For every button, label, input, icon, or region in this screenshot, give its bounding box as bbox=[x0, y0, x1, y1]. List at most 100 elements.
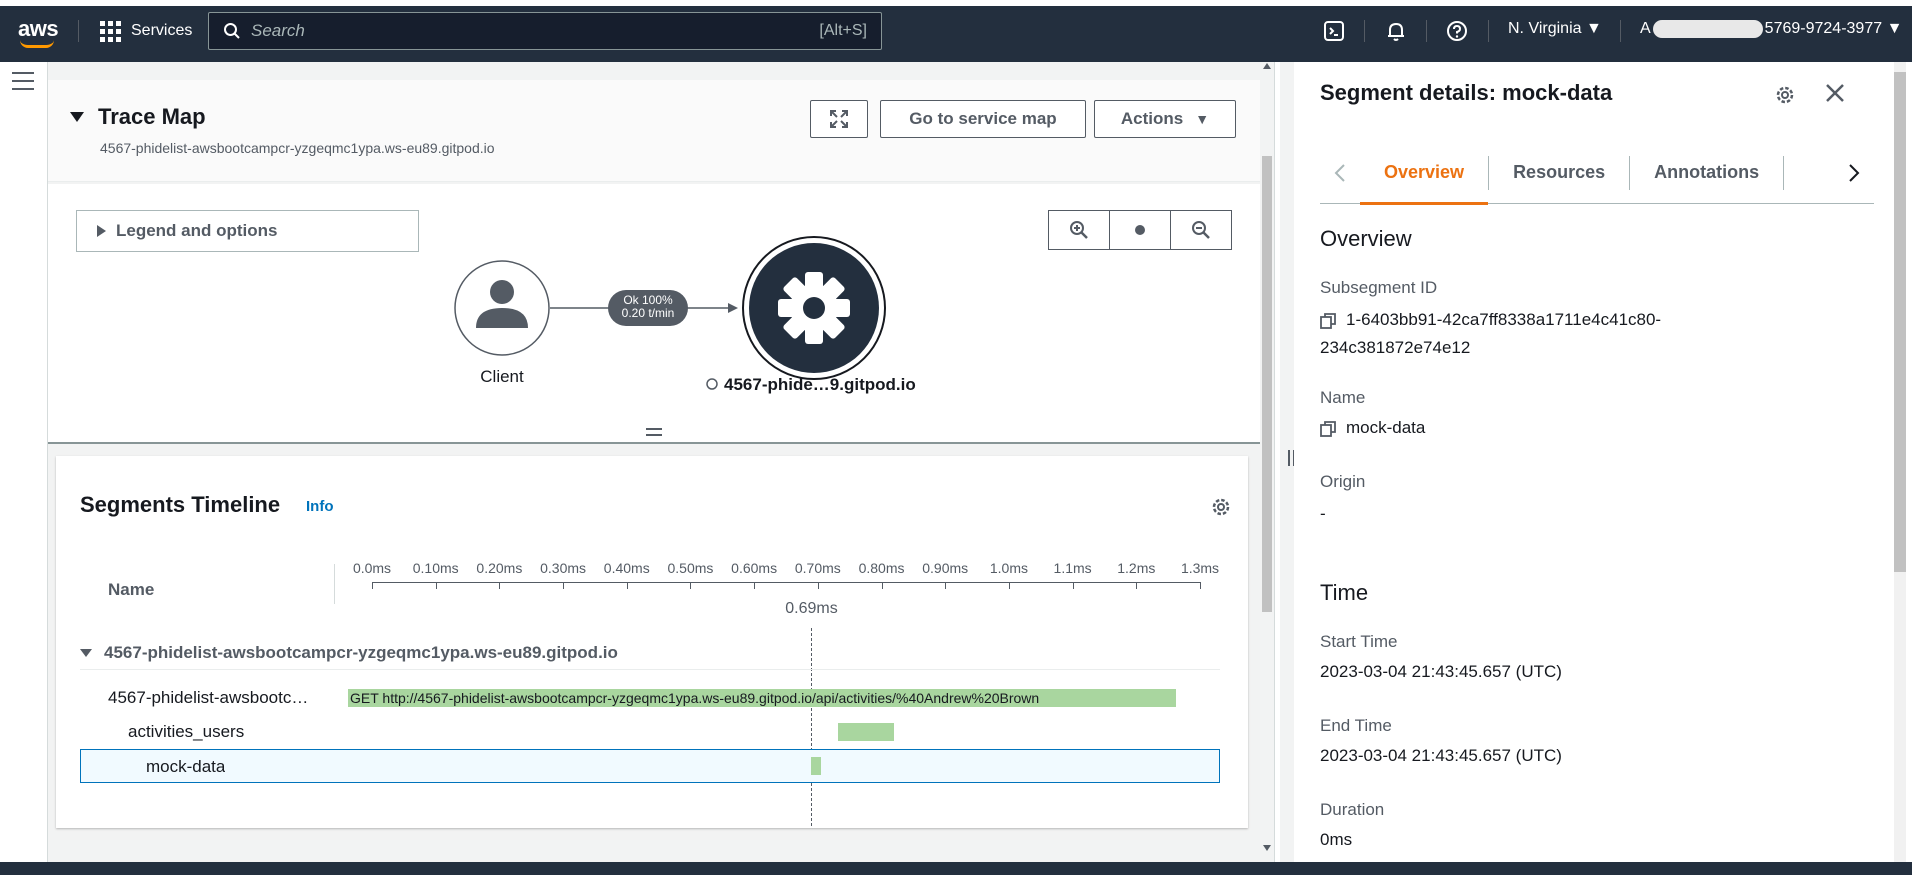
tick-label: 0.10ms bbox=[412, 560, 459, 576]
trace-map-subtitle: 4567-phidelist-awsbootcampcr-yzgeqmc1ypa… bbox=[100, 140, 495, 156]
subsegment-id-line1: 1-6403bb91-42ca7ff8338a1711e4c41c80- bbox=[1346, 310, 1662, 329]
tick-mark bbox=[563, 582, 565, 589]
account-prefix: A bbox=[1640, 20, 1651, 38]
tabs-scroll-left[interactable] bbox=[1320, 142, 1360, 204]
tick-label: 0.90ms bbox=[922, 560, 969, 576]
aws-logo[interactable]: aws bbox=[18, 16, 60, 48]
cloudshell-icon[interactable] bbox=[1320, 17, 1348, 45]
fullscreen-button[interactable] bbox=[810, 100, 868, 138]
grid-icon bbox=[100, 20, 121, 42]
top-navigation-bar: aws Services [Alt+S] N. Virginia ▼ A 5769… bbox=[0, 0, 1912, 62]
segment-bar[interactable]: GET http://4567-phidelist-awsbootcampcr-… bbox=[348, 689, 1176, 707]
info-link[interactable]: Info bbox=[306, 498, 334, 515]
tick-label: 0.50ms bbox=[667, 560, 714, 576]
tab-overview[interactable]: Overview bbox=[1360, 142, 1489, 205]
scrollbar-thumb[interactable] bbox=[1262, 156, 1272, 612]
segment-bar[interactable] bbox=[811, 757, 821, 775]
end-time-label: End Time bbox=[1320, 716, 1392, 735]
segment-row[interactable]: activities_users bbox=[80, 714, 1220, 748]
caret-down-icon bbox=[80, 648, 92, 657]
search-input[interactable] bbox=[251, 21, 820, 41]
tick-mark bbox=[372, 582, 373, 589]
service-node[interactable] bbox=[742, 236, 886, 380]
menu-icon[interactable] bbox=[12, 72, 34, 96]
trace-map-toggle[interactable]: Trace Map bbox=[70, 104, 206, 130]
duration-value: 0ms bbox=[1320, 830, 1353, 849]
trace-group-label: 4567-phidelist-awsbootcampcr-yzgeqmc1ypa… bbox=[104, 642, 618, 662]
tick-label: 0.70ms bbox=[794, 560, 841, 576]
duration-label: Duration bbox=[1320, 800, 1385, 819]
chevron-left-icon bbox=[1334, 163, 1345, 182]
client-node[interactable] bbox=[454, 260, 550, 356]
origin-label: Origin bbox=[1320, 472, 1366, 491]
copy-icon[interactable] bbox=[1320, 312, 1336, 329]
tick-label: 0.0ms bbox=[352, 560, 392, 576]
resize-handle[interactable] bbox=[646, 428, 662, 440]
tick-mark bbox=[945, 582, 947, 589]
segment-name: activities_users bbox=[128, 722, 245, 741]
actions-button[interactable]: Actions ▼ bbox=[1094, 100, 1236, 138]
trace-group-row[interactable]: 4567-phidelist-awsbootcampcr-yzgeqmc1ypa… bbox=[80, 636, 1220, 670]
segment-row-selected[interactable]: mock-data bbox=[80, 749, 1220, 783]
window-top-edge bbox=[0, 0, 1912, 6]
account-menu[interactable]: A 5769-9724-3977 ▼ bbox=[1640, 20, 1902, 38]
scrollbar-thumb[interactable] bbox=[1894, 72, 1906, 572]
topbar-divider bbox=[1488, 20, 1489, 42]
bell-icon[interactable] bbox=[1382, 17, 1410, 45]
tab-resources[interactable]: Resources bbox=[1489, 142, 1629, 204]
main-content: Trace Map 4567-phidelist-awsbootcampcr-y… bbox=[48, 62, 1260, 862]
caret-down-icon: ▼ bbox=[1585, 20, 1602, 37]
caret-down-icon bbox=[70, 112, 84, 122]
scroll-down-icon[interactable] bbox=[1263, 844, 1271, 852]
tick-mark bbox=[1008, 582, 1010, 589]
panel-splitter[interactable] bbox=[48, 442, 1260, 444]
gear-icon bbox=[778, 272, 850, 344]
search-icon bbox=[224, 23, 240, 39]
tick-mark bbox=[754, 582, 756, 589]
client-node-label: Client bbox=[480, 367, 524, 386]
service-node-label: 4567-phide…9.gitpod.io bbox=[724, 375, 916, 394]
segment-name: mock-data bbox=[146, 757, 226, 776]
tab-annotations[interactable]: Annotations bbox=[1630, 142, 1783, 204]
time-heading: Time bbox=[1320, 580, 1369, 605]
start-time-label: Start Time bbox=[1320, 632, 1398, 651]
region-selector[interactable]: N. Virginia ▼ bbox=[1508, 20, 1602, 38]
cursor-time-label: 0.69ms bbox=[785, 600, 838, 617]
segment-row[interactable]: 4567-phidelist-awsbootc… GET http://4567… bbox=[80, 680, 1220, 714]
settings-gear-icon[interactable] bbox=[1210, 496, 1232, 518]
tick-mark bbox=[881, 582, 883, 589]
scroll-up-icon[interactable] bbox=[1263, 62, 1271, 70]
time-axis bbox=[372, 582, 1200, 590]
segment-details-panel: Segment details: mock-data Overview Reso… bbox=[1294, 62, 1886, 862]
column-separator[interactable] bbox=[334, 564, 335, 604]
edge-ok-label: Ok 100% bbox=[623, 293, 673, 307]
copy-icon[interactable] bbox=[1320, 420, 1336, 437]
main-scrollbar[interactable] bbox=[1260, 62, 1274, 862]
close-icon[interactable] bbox=[1824, 82, 1846, 104]
search-box[interactable]: [Alt+S] bbox=[208, 12, 882, 50]
left-navigation-rail bbox=[0, 62, 48, 862]
segment-bar[interactable] bbox=[838, 723, 894, 741]
segments-timeline-panel: Segments Timeline Info Name 0.0ms 0.10ms 0… bbox=[56, 456, 1248, 828]
trace-map-canvas[interactable]: Legend and options Ok 100% 0.20 t/min Cl… bbox=[48, 184, 1260, 442]
start-time-value: 2023-03-04 21:43:45.657 (UTC) bbox=[1320, 662, 1562, 681]
services-label: Services bbox=[131, 22, 193, 39]
services-menu-button[interactable]: Services bbox=[100, 18, 192, 44]
expand-icon bbox=[830, 110, 848, 128]
tick-label: 1.2ms bbox=[1117, 560, 1156, 576]
tick-mark bbox=[817, 582, 819, 589]
tick-mark bbox=[1200, 582, 1201, 589]
topbar-divider bbox=[1620, 20, 1621, 42]
account-id: 5769-9724-3977 bbox=[1764, 20, 1883, 38]
detail-panel-border bbox=[1274, 62, 1280, 862]
tabs-scroll-right[interactable] bbox=[1834, 142, 1874, 204]
caret-down-icon: ▼ bbox=[1886, 20, 1903, 38]
detail-scrollbar[interactable] bbox=[1886, 62, 1912, 862]
trace-map-title: Trace Map bbox=[98, 104, 206, 129]
tick-label: 1.3ms bbox=[1180, 560, 1220, 576]
settings-gear-icon[interactable] bbox=[1774, 84, 1796, 106]
help-icon[interactable] bbox=[1443, 17, 1471, 45]
go-to-service-map-button[interactable]: Go to service map bbox=[880, 100, 1086, 138]
tick-mark bbox=[626, 582, 628, 589]
topbar-divider bbox=[1426, 20, 1427, 42]
